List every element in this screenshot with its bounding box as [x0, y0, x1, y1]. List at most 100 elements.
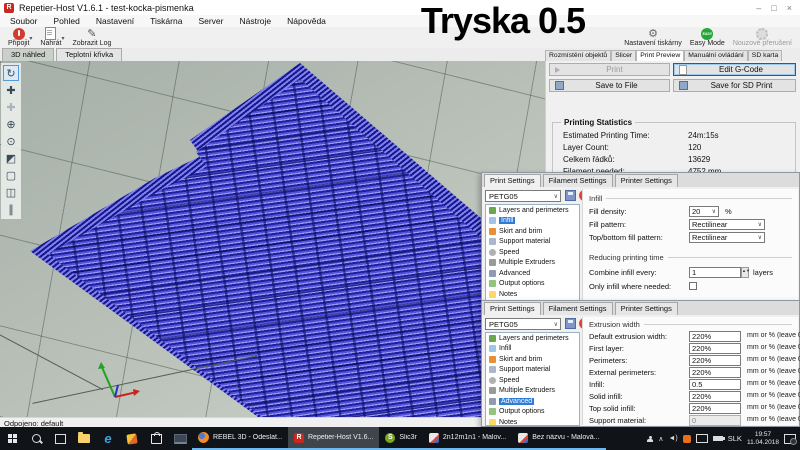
- spinner-arrows[interactable]: ▲▼: [741, 267, 749, 278]
- tab-filament-settings[interactable]: Filament Settings: [543, 174, 613, 187]
- taskbar-app-paint-2[interactable]: Bez názvu - Malová...: [512, 427, 605, 450]
- load-dropdown-arrow[interactable]: ▾: [61, 35, 64, 42]
- zoom-in-icon[interactable]: ⊕: [3, 116, 19, 132]
- tree-item-notes[interactable]: Notes: [486, 417, 579, 426]
- printer-settings-button[interactable]: ⚙ Nastavení tiskárny: [624, 27, 682, 48]
- tab-sd-card[interactable]: SD karta: [748, 50, 782, 61]
- tree-item-layers[interactable]: Layers and perimeters: [486, 205, 579, 216]
- edit-gcode-button[interactable]: Edit G-Code: [673, 63, 796, 76]
- hidden-icons-chevron[interactable]: ∧: [658, 435, 663, 443]
- extrusion-input[interactable]: 0.5: [689, 379, 741, 390]
- tree-item-infill[interactable]: Infill: [486, 216, 579, 227]
- file-explorer-button[interactable]: [72, 427, 96, 450]
- menu-tiskarna[interactable]: Tiskárna: [150, 16, 182, 26]
- top-view-icon[interactable]: ◫: [3, 184, 19, 200]
- tree-item-extruders[interactable]: Multiple Extruders: [486, 386, 579, 397]
- tree-item-output[interactable]: Output options: [486, 279, 579, 290]
- tab-print-settings-2[interactable]: Print Settings: [484, 302, 541, 315]
- tree-item-speed[interactable]: Speed: [486, 375, 579, 386]
- connect-button[interactable]: Připojit: [8, 27, 29, 48]
- taskbar-app-slic3r[interactable]: S Slic3r: [379, 427, 423, 450]
- rotate-view-icon[interactable]: ↻: [3, 65, 19, 81]
- tab-printer-settings[interactable]: Printer Settings: [615, 174, 678, 187]
- tab-temperature-curve[interactable]: Teplotní křivka: [56, 48, 122, 61]
- show-log-button[interactable]: ✎ Zobrazit Log: [72, 27, 111, 48]
- search-button[interactable]: [24, 427, 48, 450]
- clock[interactable]: 19:57 11.04.2018: [747, 431, 779, 446]
- extrusion-input[interactable]: 220%: [689, 367, 741, 378]
- tree-item-layers[interactable]: Layers and perimeters: [486, 333, 579, 344]
- close-button[interactable]: ×: [787, 3, 792, 13]
- tree-item-skirt[interactable]: Skirt and brim: [486, 354, 579, 365]
- menu-server[interactable]: Server: [198, 16, 223, 26]
- tree-item-support[interactable]: Support material: [486, 365, 579, 376]
- start-button[interactable]: [0, 427, 24, 450]
- save-to-file-button[interactable]: Save to File: [549, 79, 670, 92]
- tab-filament-settings-2[interactable]: Filament Settings: [543, 302, 613, 315]
- language-indicator[interactable]: SLK: [728, 434, 742, 443]
- tree-item-extruders[interactable]: Multiple Extruders: [486, 258, 579, 269]
- tree-item-infill[interactable]: Infill: [486, 344, 579, 355]
- move-object-icon[interactable]: ✚: [3, 82, 19, 98]
- edge-button[interactable]: e: [96, 427, 120, 450]
- tab-3d-view[interactable]: 3D náhled: [2, 48, 54, 61]
- minimize-button[interactable]: –: [756, 3, 761, 13]
- people-icon[interactable]: [647, 436, 653, 442]
- store-button[interactable]: [144, 427, 168, 450]
- taskbar-app-repetier[interactable]: R Repetier-Host V1.6...: [288, 427, 379, 450]
- save-profile-icon[interactable]: [565, 190, 576, 201]
- easy-mode-button[interactable]: EASY Easy Mode: [690, 27, 725, 48]
- profile-select-2[interactable]: PETG05∨: [485, 318, 561, 330]
- tab-slicer[interactable]: Slicer: [611, 50, 636, 61]
- load-button[interactable]: Nahrát: [40, 27, 61, 48]
- tree-item-advanced[interactable]: Advanced: [486, 268, 579, 279]
- save-for-sd-button[interactable]: Save for SD Print: [673, 79, 796, 92]
- profile-select[interactable]: PETG05∨: [485, 190, 561, 202]
- tree-item-skirt[interactable]: Skirt and brim: [486, 226, 579, 237]
- front-view-icon[interactable]: ▢: [3, 167, 19, 183]
- connect-dropdown-arrow[interactable]: ▾: [29, 35, 32, 42]
- menu-nastroje[interactable]: Nástroje: [240, 16, 272, 26]
- extrusion-input[interactable]: 220%: [689, 343, 741, 354]
- menu-soubor[interactable]: Soubor: [10, 16, 37, 26]
- extrusion-input[interactable]: 220%: [689, 403, 741, 414]
- extrusion-input[interactable]: 220%: [689, 391, 741, 402]
- printed-object-infill[interactable]: [0, 61, 545, 417]
- battery-icon[interactable]: [713, 436, 723, 441]
- maximize-button[interactable]: □: [771, 3, 776, 13]
- tab-print-preview[interactable]: Print Preview: [636, 50, 684, 61]
- 3d-viewport[interactable]: ↻ ✚ ✚ ⊕ ⊙ ◩ ▢ ◫ ∥: [0, 61, 545, 417]
- taskbar-app-paint-1[interactable]: 2n12m1n1 - Malov...: [423, 427, 512, 450]
- extrusion-input[interactable]: 220%: [689, 355, 741, 366]
- tray-app-icon[interactable]: [683, 435, 691, 443]
- extrusion-input[interactable]: 220%: [689, 331, 741, 342]
- tab-printer-settings-2[interactable]: Printer Settings: [615, 302, 678, 315]
- pinned-laptop-app-button[interactable]: [168, 427, 192, 450]
- task-view-button[interactable]: [48, 427, 72, 450]
- menu-pohled[interactable]: Pohled: [53, 16, 79, 26]
- tree-item-support[interactable]: Support material: [486, 237, 579, 248]
- isometric-view-icon[interactable]: ◩: [3, 150, 19, 166]
- pinned-app-button[interactable]: [120, 427, 144, 450]
- tree-item-notes[interactable]: Notes: [486, 289, 579, 300]
- display-icon[interactable]: [696, 434, 708, 443]
- tab-object-placement[interactable]: Rozmístění objektů: [545, 50, 611, 61]
- only-infill-checkbox[interactable]: [689, 282, 697, 290]
- menu-napoveda[interactable]: Nápověda: [287, 16, 326, 26]
- tab-manual-control[interactable]: Manuální ovládání: [684, 50, 748, 61]
- top-bottom-pattern-select[interactable]: Rectilinear∨: [689, 232, 765, 243]
- tab-print-settings[interactable]: Print Settings: [484, 174, 541, 187]
- combine-infill-input[interactable]: 1: [689, 267, 741, 278]
- volume-icon[interactable]: ◄): [668, 435, 677, 442]
- fill-density-select[interactable]: 20∨: [689, 206, 719, 217]
- save-profile-icon-2[interactable]: [565, 318, 576, 329]
- fill-pattern-select[interactable]: Rectilinear∨: [689, 219, 765, 230]
- tree-item-output[interactable]: Output options: [486, 407, 579, 418]
- zoom-view-icon[interactable]: ⊙: [3, 133, 19, 149]
- taskbar-app-firefox[interactable]: REBEL 3D - Odeslat...: [192, 427, 288, 450]
- tree-item-speed[interactable]: Speed: [486, 247, 579, 258]
- fit-view-icon[interactable]: ∥: [3, 201, 19, 217]
- notification-center-icon[interactable]: [784, 434, 796, 444]
- tree-item-advanced[interactable]: Advanced: [486, 396, 579, 407]
- menu-nastaveni[interactable]: Nastavení: [96, 16, 134, 26]
